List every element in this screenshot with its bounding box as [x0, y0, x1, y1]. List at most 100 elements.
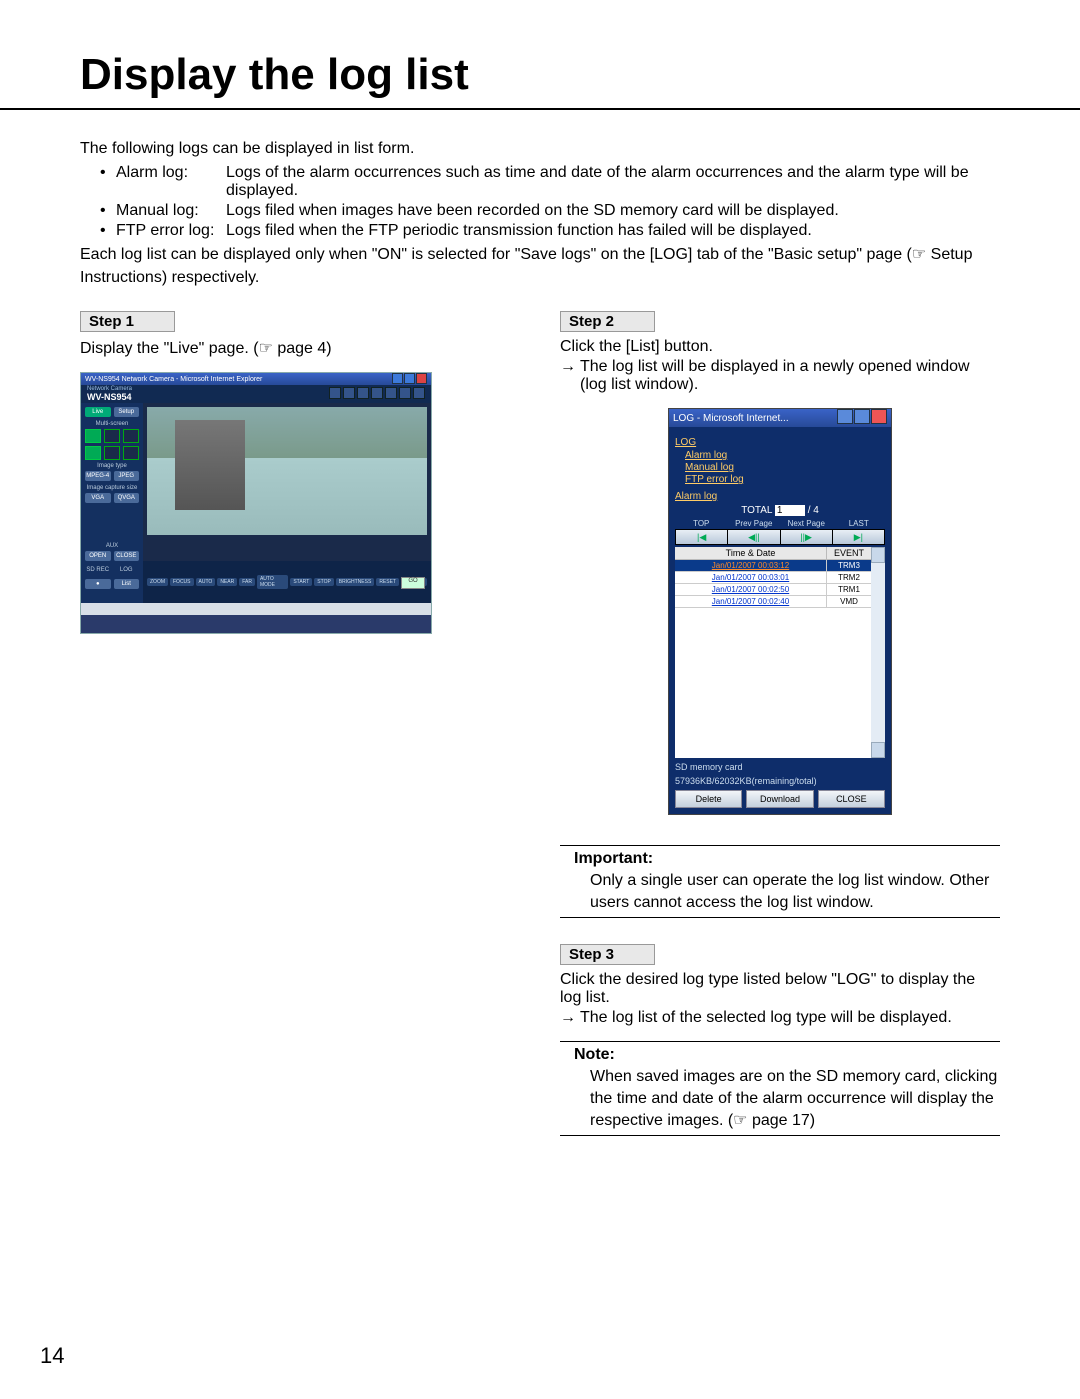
arrow-icon: →	[560, 358, 576, 394]
th-time: Time & Date	[675, 547, 827, 559]
window-icons	[836, 409, 887, 427]
table-header-row: Time & Date EVENT	[675, 547, 871, 560]
table-row[interactable]: Jan/01/2007 00:02:50 TRM1	[675, 584, 871, 596]
td-event: TRM1	[827, 584, 871, 595]
multiscreen-label: Multi-screen	[85, 421, 139, 427]
log-total: TOTAL 1 / 4	[675, 505, 885, 516]
nav-top-label: TOP	[675, 519, 728, 528]
step2-label: Step 2	[560, 311, 655, 332]
log-link-alarm[interactable]: Alarm log	[685, 450, 885, 461]
live-titlebar: WV-NS954 Network Camera - Microsoft Inte…	[81, 373, 431, 385]
log-nav-labels: TOP Prev Page Next Page LAST	[675, 519, 885, 528]
far-button[interactable]: FAR	[239, 578, 255, 586]
setup-button[interactable]: Setup	[114, 407, 140, 417]
close-button[interactable]: CLOSE	[818, 790, 885, 808]
stop-button[interactable]: STOP	[314, 578, 334, 586]
note-body: When saved images are on the SD memory c…	[590, 1066, 1000, 1131]
sd-line2: 57936KB/62032KB(remaining/total)	[675, 776, 885, 786]
log-current-section[interactable]: Alarm log	[675, 491, 885, 502]
log-title-text: LOG - Microsoft Internet...	[673, 413, 789, 424]
near-button[interactable]: NEAR	[217, 578, 237, 586]
live-sidebar: Live Setup Multi-screen Image type MPEG-…	[81, 403, 143, 603]
td-event: VMD	[827, 596, 871, 607]
td-time[interactable]: Jan/01/2007 00:02:40	[675, 596, 827, 607]
step2-line1: Click the [List] button.	[560, 338, 1000, 356]
log-type-row: • Alarm log: Logs of the alarm occurrenc…	[100, 164, 1000, 200]
bullet: •	[100, 202, 116, 220]
live-main-area: ZOOM FOCUS AUTO NEAR FAR AUTO MODE START…	[143, 403, 431, 603]
nav-prev-button[interactable]: ◀||	[728, 530, 779, 544]
jpeg-button[interactable]: JPEG	[114, 471, 140, 481]
auto-button[interactable]: AUTO	[196, 578, 216, 586]
log-type-desc: Logs filed when the FTP periodic transmi…	[226, 222, 1000, 240]
nav-last-button[interactable]: ▶|	[833, 530, 884, 544]
nav-last-label: LAST	[833, 519, 886, 528]
bullet: •	[100, 222, 116, 240]
go-button[interactable]: GO	[401, 577, 425, 589]
total-label: TOTAL	[741, 505, 772, 516]
td-time[interactable]: Jan/01/2007 00:03:12	[675, 560, 827, 571]
table-row[interactable]: Jan/01/2007 00:02:40 VMD	[675, 596, 871, 608]
scroll-up-icon[interactable]	[871, 547, 885, 563]
log-type-list: • Alarm log: Logs of the alarm occurrenc…	[100, 164, 1000, 240]
total-value: 1	[775, 505, 805, 516]
mpeg-button[interactable]: MPEG-4	[85, 471, 111, 481]
zoom-label: ZOOM	[147, 578, 168, 586]
td-time[interactable]: Jan/01/2007 00:02:50	[675, 584, 827, 595]
live-page-screenshot: WV-NS954 Network Camera - Microsoft Inte…	[80, 372, 432, 634]
nav-top-button[interactable]: |◀	[676, 530, 727, 544]
step3-result-text: The log list of the selected log type wi…	[580, 1009, 1000, 1027]
important-section: Important: Only a single user can operat…	[560, 845, 1000, 918]
multiscreen-icons[interactable]	[85, 446, 139, 460]
log-link-manual[interactable]: Manual log	[685, 462, 885, 473]
intro-trailer: Each log list can be displayed only when…	[80, 244, 1000, 289]
list-button[interactable]: List	[114, 579, 140, 589]
info-rule	[560, 1135, 1000, 1136]
close-button[interactable]: CLOSE	[114, 551, 140, 561]
model-name: WV-NS954	[87, 392, 132, 402]
open-button[interactable]: OPEN	[85, 551, 111, 561]
log-link-ftp[interactable]: FTP error log	[685, 474, 885, 485]
multiscreen-icons[interactable]	[85, 429, 139, 443]
left-column: Step 1 Display the "Live" page. (☞ page …	[80, 311, 520, 1136]
log-type-label: Alarm log:	[116, 164, 226, 200]
scrollbar[interactable]	[871, 547, 885, 758]
nav-next-button[interactable]: ||▶	[781, 530, 832, 544]
table-row[interactable]: Jan/01/2007 00:03:01 TRM2	[675, 572, 871, 584]
window-icons	[391, 373, 427, 386]
reset-button[interactable]: RESET	[376, 578, 399, 586]
log-type-desc: Logs of the alarm occurrences such as ti…	[226, 164, 1000, 200]
download-button[interactable]: Download	[746, 790, 813, 808]
delete-button[interactable]: Delete	[675, 790, 742, 808]
vga-button[interactable]: VGA	[85, 493, 111, 503]
intro-line: The following logs can be displayed in l…	[80, 138, 1000, 160]
step2-result: → The log list will be displayed in a ne…	[560, 358, 1000, 394]
log-window-screenshot: LOG - Microsoft Internet... LOG Alarm lo…	[668, 408, 892, 815]
scroll-down-icon[interactable]	[871, 742, 885, 758]
start-button[interactable]: START	[290, 578, 312, 586]
th-event: EVENT	[827, 547, 871, 559]
live-title-text: WV-NS954 Network Camera - Microsoft Inte…	[85, 376, 262, 383]
live-header: Network Camera WV-NS954	[81, 385, 431, 403]
log-type-row: • FTP error log: Logs filed when the FTP…	[100, 222, 1000, 240]
step2-result-text: The log list will be displayed in a newl…	[580, 358, 1000, 394]
right-column: Step 2 Click the [List] button. → The lo…	[560, 311, 1000, 1136]
qvga-button[interactable]: QVGA	[114, 493, 140, 503]
capsize-label: Image capture size	[85, 485, 139, 491]
note-section: Note: When saved images are on the SD me…	[560, 1041, 1000, 1136]
imgtype-label: Image type	[85, 463, 139, 469]
live-button[interactable]: Live	[85, 407, 111, 417]
table-row[interactable]: Jan/01/2007 00:03:12 TRM3	[675, 560, 871, 572]
note-heading: Note:	[574, 1046, 1000, 1064]
nav-prev-label: Prev Page	[728, 519, 781, 528]
sdrec-label: SD REC	[85, 567, 111, 573]
log-label: LOG	[114, 567, 140, 573]
sdrec-button[interactable]: ●	[85, 579, 111, 589]
step1-text: Display the "Live" page. (☞ page 4)	[80, 338, 520, 358]
td-time[interactable]: Jan/01/2007 00:03:01	[675, 572, 827, 583]
log-type-label: FTP error log:	[116, 222, 226, 240]
scroll-track[interactable]	[871, 563, 885, 742]
camera-image	[147, 407, 427, 535]
log-section-link[interactable]: LOG	[675, 437, 885, 448]
log-table: Time & Date EVENT Jan/01/2007 00:03:12 T…	[675, 547, 871, 758]
